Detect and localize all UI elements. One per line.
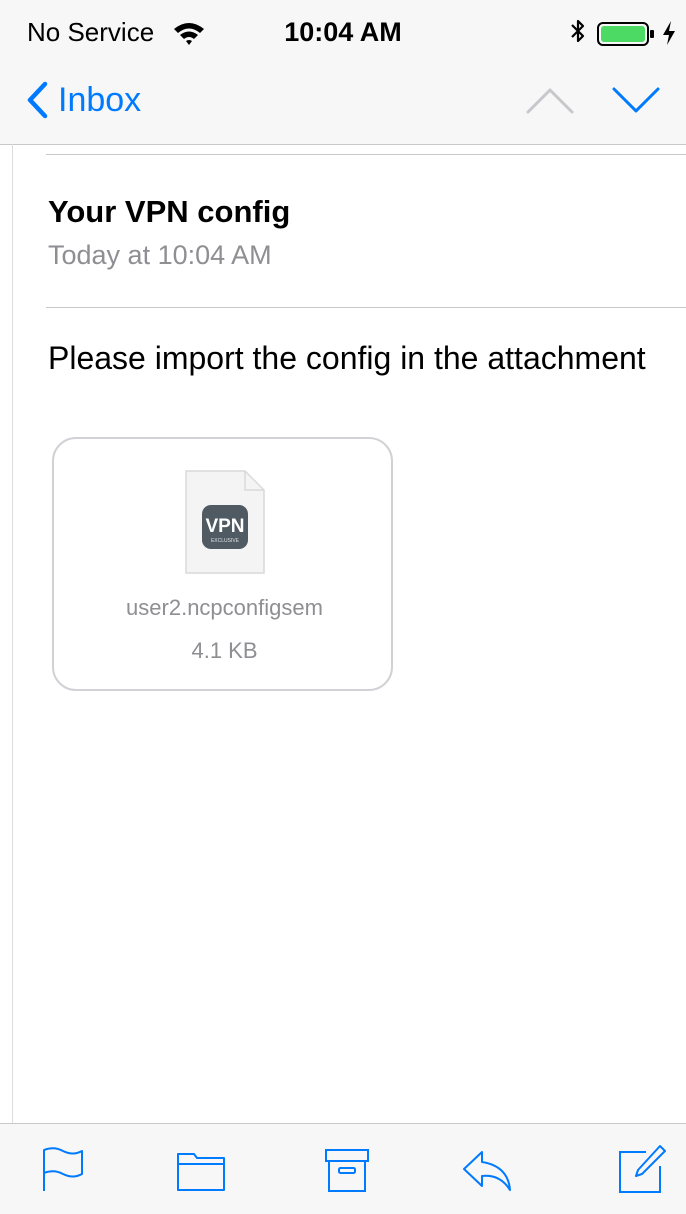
battery-icon: [597, 22, 654, 46]
header-bottom-divider: [46, 307, 686, 308]
attachment-file-name: user2.ncpconfigsem: [126, 595, 323, 620]
bottom-toolbar: [0, 1123, 686, 1214]
flag-button[interactable]: [38, 1144, 88, 1194]
attachment-file-size: 4.1 KB: [191, 638, 258, 663]
charging-icon: [663, 21, 675, 45]
header-top-divider: [46, 154, 686, 155]
back-button-label: Inbox: [58, 81, 142, 119]
vpn-document-icon: VPN EXCLUSIVE: [185, 470, 265, 574]
move-to-folder-button[interactable]: [176, 1144, 226, 1194]
message-date: Today at 10:04 AM: [48, 240, 272, 270]
archive-icon: [325, 1149, 369, 1192]
reply-icon: [463, 1151, 511, 1191]
message-body: Please import the config in the attachme…: [48, 340, 646, 376]
navigation-bar: Inbox: [0, 62, 686, 145]
chevron-left-icon: [27, 81, 48, 119]
mail-message-screen: No Service 10:04 AM Inbox Your VPN confi…: [0, 0, 686, 1214]
message-subject: Your VPN config: [48, 194, 291, 229]
reply-button[interactable]: [462, 1144, 512, 1194]
attachment-card[interactable]: VPN EXCLUSIVE user2.ncpconfigsem 4.1 KB: [52, 437, 393, 691]
compose-icon: [619, 1145, 666, 1193]
chevron-up-icon[interactable]: [525, 84, 575, 116]
folder-icon: [177, 1153, 225, 1191]
content-left-border: [12, 144, 13, 1146]
status-bar: No Service 10:04 AM: [0, 0, 686, 62]
compose-button[interactable]: [616, 1144, 666, 1194]
chevron-down-icon[interactable]: [611, 84, 661, 116]
vpn-icon-sublabel: EXCLUSIVE: [211, 538, 240, 544]
back-to-inbox-button[interactable]: Inbox: [26, 78, 141, 122]
bluetooth-icon: [571, 19, 585, 43]
vpn-icon-label: VPN: [205, 516, 244, 537]
archive-button[interactable]: [322, 1144, 372, 1194]
flag-icon: [43, 1147, 83, 1191]
